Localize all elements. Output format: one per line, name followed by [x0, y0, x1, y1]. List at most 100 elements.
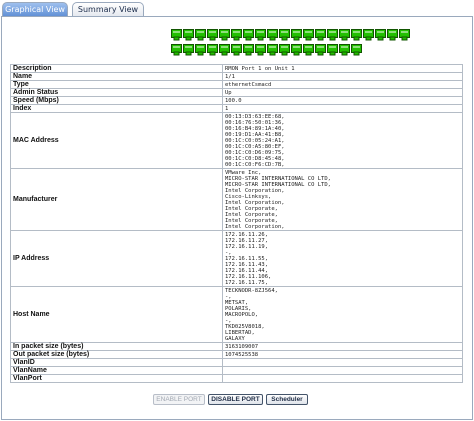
info-label: VlanID: [10, 358, 223, 367]
info-value-line: Up: [225, 89, 232, 96]
switch-port-icon[interactable]: [399, 26, 410, 41]
info-value-line: ethernetCsmacd: [225, 81, 272, 88]
info-row: Host Name TECKNODR-8ZJ564, -, METSAT, POLARI…: [10, 286, 463, 343]
disable-port-button[interactable]: DISABLE PORT: [208, 394, 263, 405]
info-value-line: 1: [225, 105, 229, 112]
info-value-line: 1074525538: [225, 351, 259, 358]
switch-port-icon[interactable]: [219, 26, 230, 41]
info-row: Description RMON Port 1 on Unit 1: [10, 64, 463, 73]
switch-port-icon[interactable]: [195, 26, 206, 41]
info-value: [222, 358, 463, 367]
info-label: VlanPort: [10, 374, 223, 383]
switch-port-icon[interactable]: [183, 26, 194, 41]
info-row: Admin Status Up: [10, 88, 463, 97]
info-row: Speed (Mbps) 100.0: [10, 96, 463, 105]
switch-port-icon[interactable]: [327, 41, 338, 56]
info-row: Out packet size (bytes) 1074525538: [10, 350, 463, 359]
switch-port-icon[interactable]: [387, 26, 398, 41]
info-value: [222, 366, 463, 375]
info-value-line: 00:1C:C0:F6:CD:7B,: [225, 161, 285, 168]
switch-port-icon[interactable]: [315, 41, 326, 56]
info-label: VlanName: [10, 366, 223, 375]
info-value: 172.16.11.26, 172.16.11.27, 172.16.11.19, -…: [222, 230, 463, 287]
info-value-line: [225, 360, 460, 366]
info-row: IP Address 172.16.11.26, 172.16.11.27, 172.…: [10, 230, 463, 287]
info-value-line: RMON Port 1 on Unit 1: [225, 65, 295, 72]
info-value: Up: [222, 88, 463, 97]
info-value: TECKNODR-8ZJ564, -, METSAT, POLARIS, MACROPO…: [222, 286, 463, 343]
info-label: Out packet size (bytes): [10, 350, 223, 359]
switch-port-icon[interactable]: [303, 26, 314, 41]
info-label: IP Address: [10, 230, 223, 287]
switch-port-icon[interactable]: [219, 41, 230, 56]
switch-port-icon[interactable]: [291, 26, 302, 41]
info-label: Host Name: [10, 286, 223, 343]
switch-port-icon[interactable]: [351, 26, 362, 41]
info-label: Index: [10, 104, 223, 113]
info-value-line: 172.16.11.75,: [225, 279, 269, 286]
scheduler-button[interactable]: Scheduler: [266, 394, 308, 405]
switch-port-icon[interactable]: [207, 41, 218, 56]
info-label: Admin Status: [10, 88, 223, 97]
info-label: In packet size (bytes): [10, 342, 223, 351]
switch-port-icon[interactable]: [243, 41, 254, 56]
switch-port-icon[interactable]: [207, 26, 218, 41]
info-value: 1: [222, 104, 463, 113]
info-row: Index 1: [10, 104, 463, 113]
switch-port-icon[interactable]: [279, 26, 290, 41]
tab-summary-view[interactable]: Summary View: [72, 2, 144, 17]
info-row: VlanPort: [10, 374, 463, 383]
info-value-line: 1/1: [225, 73, 235, 80]
switch-port-icon[interactable]: [351, 41, 362, 56]
switch-port-icon[interactable]: [315, 26, 326, 41]
switch-port-icon[interactable]: [255, 41, 266, 56]
switch-port-icon[interactable]: [267, 26, 278, 41]
switch-port-icon[interactable]: [171, 26, 182, 41]
info-row: Manufacturer VMware Inc, MICRO-STAR INTERN…: [10, 168, 463, 231]
info-value-line: Intel Corporation,: [225, 223, 285, 230]
info-value: RMON Port 1 on Unit 1: [222, 64, 463, 73]
port-details-panel: Description RMON Port 1 on Unit 1 Name 1/1 T…: [1, 16, 473, 420]
info-label: Speed (Mbps): [10, 96, 223, 105]
switch-port-icon[interactable]: [231, 26, 242, 41]
switch-port-icon[interactable]: [303, 41, 314, 56]
switch-port-icon[interactable]: [375, 26, 386, 41]
info-value-line: [225, 368, 460, 374]
switch-port-icon[interactable]: [327, 26, 338, 41]
switch-port-icon[interactable]: [267, 41, 278, 56]
info-value: 00:13:D3:63:EE:68, 00:16:76:50:01:36, 00:1…: [222, 112, 463, 169]
info-value: ethernetCsmacd: [222, 80, 463, 89]
info-label: Description: [10, 64, 223, 73]
tab-graphical-view[interactable]: Graphical View: [2, 2, 68, 17]
info-label: Type: [10, 80, 223, 89]
switch-port-icon[interactable]: [243, 26, 254, 41]
info-row: MAC Address 00:13:D3:63:EE:68, 00:16:76:50…: [10, 112, 463, 169]
switch-port-icon[interactable]: [279, 41, 290, 56]
info-value: 1/1: [222, 72, 463, 81]
info-value: 3163109007: [222, 342, 463, 351]
enable-port-button[interactable]: ENABLE PORT: [153, 394, 205, 405]
switch-port-icon[interactable]: [363, 26, 374, 41]
info-value-line: 3163109007: [225, 343, 259, 350]
info-row: VlanID: [10, 358, 463, 367]
switch-port-icon[interactable]: [339, 26, 350, 41]
switch-port-icon[interactable]: [171, 41, 182, 56]
info-row: Type ethernetCsmacd: [10, 80, 463, 89]
info-value-line: 100.0: [225, 97, 242, 104]
switch-port-icon[interactable]: [195, 41, 206, 56]
info-value-line: GALAXY: [225, 335, 245, 342]
info-label: Name: [10, 72, 223, 81]
info-value: [222, 374, 463, 383]
switch-port-icon[interactable]: [231, 41, 242, 56]
info-value: VMware Inc, MICRO-STAR INTERNATIONAL CO L…: [222, 168, 463, 231]
switch-port-icon[interactable]: [183, 41, 194, 56]
switch-port-icon[interactable]: [291, 41, 302, 56]
info-value-line: [225, 376, 460, 382]
switch-port-icon[interactable]: [255, 26, 266, 41]
info-row: In packet size (bytes) 3163109007: [10, 342, 463, 351]
info-label: Manufacturer: [10, 168, 223, 231]
view-tabbar: Graphical View Summary View: [0, 0, 474, 17]
switch-port-icon[interactable]: [339, 41, 350, 56]
info-label: MAC Address: [10, 112, 223, 169]
info-row: VlanName: [10, 366, 463, 375]
